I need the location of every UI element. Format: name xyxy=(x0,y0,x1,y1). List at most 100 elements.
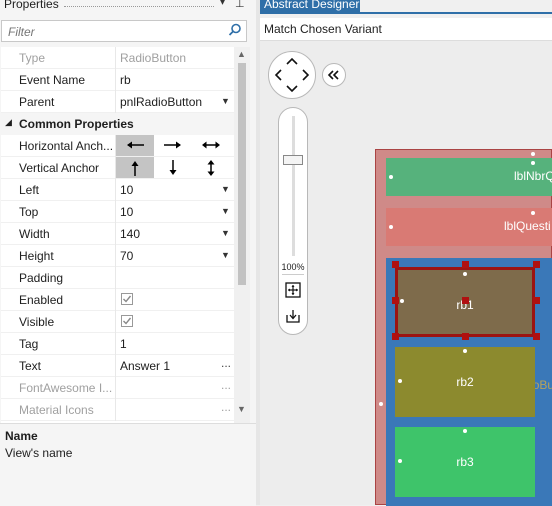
tab-underline xyxy=(260,12,552,14)
view-lblNbrQ[interactable]: lblNbrQ xyxy=(386,158,552,196)
anchor-left-button[interactable] xyxy=(116,135,154,156)
arrow-right-icon xyxy=(164,141,181,149)
collapse-triangle-icon[interactable]: ◢ xyxy=(5,117,12,128)
zoom-level: 100% xyxy=(281,262,305,272)
resize-handle[interactable] xyxy=(533,261,540,268)
scroll-up-icon[interactable]: ▲ xyxy=(237,49,246,59)
tag-value-input[interactable]: 1 xyxy=(120,337,127,351)
height-value-input[interactable]: 70 xyxy=(120,249,133,263)
category-common-properties[interactable]: ◢ Common Properties xyxy=(1,113,234,135)
property-name: Horizontal Anch... xyxy=(19,139,114,153)
resize-handle[interactable] xyxy=(392,261,399,268)
resize-handle[interactable] xyxy=(392,297,399,304)
search-icon[interactable] xyxy=(228,23,242,37)
form-preview[interactable]: lblNbrQ lblQuesti pnlRadioBu rb1 xyxy=(375,149,552,506)
filter-box[interactable] xyxy=(1,20,247,42)
text-value-input[interactable]: Answer 1 xyxy=(120,359,170,373)
double-chevron-left-icon xyxy=(327,70,339,80)
pin-icon[interactable]: ⊥ xyxy=(235,0,245,10)
anchor-right-button[interactable] xyxy=(154,135,192,156)
chevron-down-icon[interactable]: ▼ xyxy=(221,228,230,238)
resize-handle[interactable] xyxy=(533,333,540,340)
view-label: lblQuesti xyxy=(504,219,551,233)
event-name-input[interactable]: rb xyxy=(120,73,131,87)
view-pnlRadioButton[interactable]: pnlRadioBu rb1 rb2 rb3 xyxy=(386,258,552,506)
arrow-left-right-icon xyxy=(202,141,220,149)
variant-label: Match Chosen Variant xyxy=(264,22,382,36)
property-row-visible[interactable]: Visible xyxy=(1,311,234,333)
material-icons-edit-button[interactable]: ... xyxy=(221,400,231,414)
checkmark-icon xyxy=(123,317,132,325)
panel-menu-icon[interactable]: ▾ xyxy=(220,0,225,8)
anchor-both-vertical-button[interactable] xyxy=(192,157,230,178)
fontawesome-edit-button[interactable]: ... xyxy=(221,378,231,392)
property-grid-scrollbar[interactable]: ▲ ▼ xyxy=(234,47,250,423)
collapse-toolbar-button[interactable] xyxy=(322,63,346,87)
scrollbar-thumb[interactable] xyxy=(238,63,246,285)
resize-handle[interactable] xyxy=(462,261,469,268)
property-name: Type xyxy=(19,51,46,65)
property-name: Width xyxy=(19,227,50,241)
property-row-left[interactable]: Left 10 ▼ xyxy=(1,179,234,201)
property-name: Text xyxy=(19,359,42,373)
property-row-top[interactable]: Top 10 ▼ xyxy=(1,201,234,223)
property-row-padding[interactable]: Padding xyxy=(1,267,234,289)
resize-handle[interactable] xyxy=(392,333,399,340)
properties-panel: Properties ▾ ⊥ Type RadioButton Event Na… xyxy=(0,0,256,506)
checkmark-icon xyxy=(123,295,132,303)
filter-input[interactable] xyxy=(6,23,220,41)
properties-title-bar: Properties ▾ ⊥ xyxy=(0,0,256,14)
property-row-material-icons[interactable]: Material Icons ... xyxy=(1,399,234,421)
property-row-width[interactable]: Width 140 ▼ xyxy=(1,223,234,245)
view-label: rb3 xyxy=(456,455,474,469)
tab-abstract-designer[interactable]: Abstract Designer xyxy=(260,0,360,12)
pan-control[interactable] xyxy=(268,51,316,99)
anchor-both-horizontal-button[interactable] xyxy=(192,135,230,156)
variant-selector[interactable]: Match Chosen Variant xyxy=(260,18,552,41)
property-row-height[interactable]: Height 70 ▼ xyxy=(1,245,234,267)
zoom-slider-track[interactable] xyxy=(292,116,295,256)
arrow-left-icon xyxy=(127,141,144,149)
view-lblQuestion[interactable]: lblQuesti xyxy=(386,208,552,246)
property-row-parent[interactable]: Parent pnlRadioButton ▼ xyxy=(1,91,234,113)
export-icon[interactable] xyxy=(285,308,301,324)
chevron-down-icon[interactable]: ▼ xyxy=(221,96,230,106)
view-rb3[interactable]: rb3 xyxy=(395,427,535,497)
resize-handle[interactable] xyxy=(462,333,469,340)
top-value-input[interactable]: 10 xyxy=(120,205,133,219)
resize-handle[interactable] xyxy=(462,297,469,304)
scroll-down-icon[interactable]: ▼ xyxy=(237,404,246,414)
category-title: Common Properties xyxy=(19,117,134,131)
visible-checkbox[interactable] xyxy=(121,315,133,327)
chevron-down-icon[interactable]: ▼ xyxy=(221,250,230,260)
property-row-type[interactable]: Type RadioButton xyxy=(1,47,234,69)
width-value-input[interactable]: 140 xyxy=(120,227,140,241)
zoom-slider-knob[interactable] xyxy=(283,155,303,165)
property-name: Material Icons xyxy=(19,403,94,417)
resize-handle[interactable] xyxy=(533,297,540,304)
designer-canvas[interactable]: 100% lblNbrQ lblQuesti rb1 rb2 rb3 xyxy=(260,41,552,506)
anchor-top-button[interactable] xyxy=(116,157,154,178)
left-value-input[interactable]: 10 xyxy=(120,183,133,197)
property-description: Name View's name xyxy=(0,423,256,506)
property-row-enabled[interactable]: Enabled xyxy=(1,289,234,311)
parent-select[interactable]: pnlRadioButton xyxy=(120,95,202,109)
property-row-horizontal-anchor[interactable]: Horizontal Anch... xyxy=(1,135,234,157)
view-rb2[interactable]: rb2 xyxy=(395,347,535,417)
property-row-vertical-anchor[interactable]: Vertical Anchor xyxy=(1,157,234,179)
description-text: View's name xyxy=(5,446,73,460)
property-name: Enabled xyxy=(19,293,64,307)
anchor-bottom-button[interactable] xyxy=(154,157,192,178)
property-row-fontawesome[interactable]: FontAwesome I... ... xyxy=(1,377,234,399)
property-row-tag[interactable]: Tag 1 xyxy=(1,333,234,355)
fit-to-screen-icon[interactable] xyxy=(285,282,301,298)
property-row-text[interactable]: Text Answer 1 ... xyxy=(1,355,234,377)
chevron-down-icon[interactable]: ▼ xyxy=(221,184,230,194)
text-edit-button[interactable]: ... xyxy=(221,356,231,370)
property-name: Vertical Anchor xyxy=(19,161,100,175)
property-row-event-name[interactable]: Event Name rb xyxy=(1,69,234,91)
chevron-down-icon[interactable]: ▼ xyxy=(221,206,230,216)
property-name: Top xyxy=(19,205,39,219)
enabled-checkbox[interactable] xyxy=(121,293,133,305)
title-drag-grip[interactable] xyxy=(64,6,214,7)
